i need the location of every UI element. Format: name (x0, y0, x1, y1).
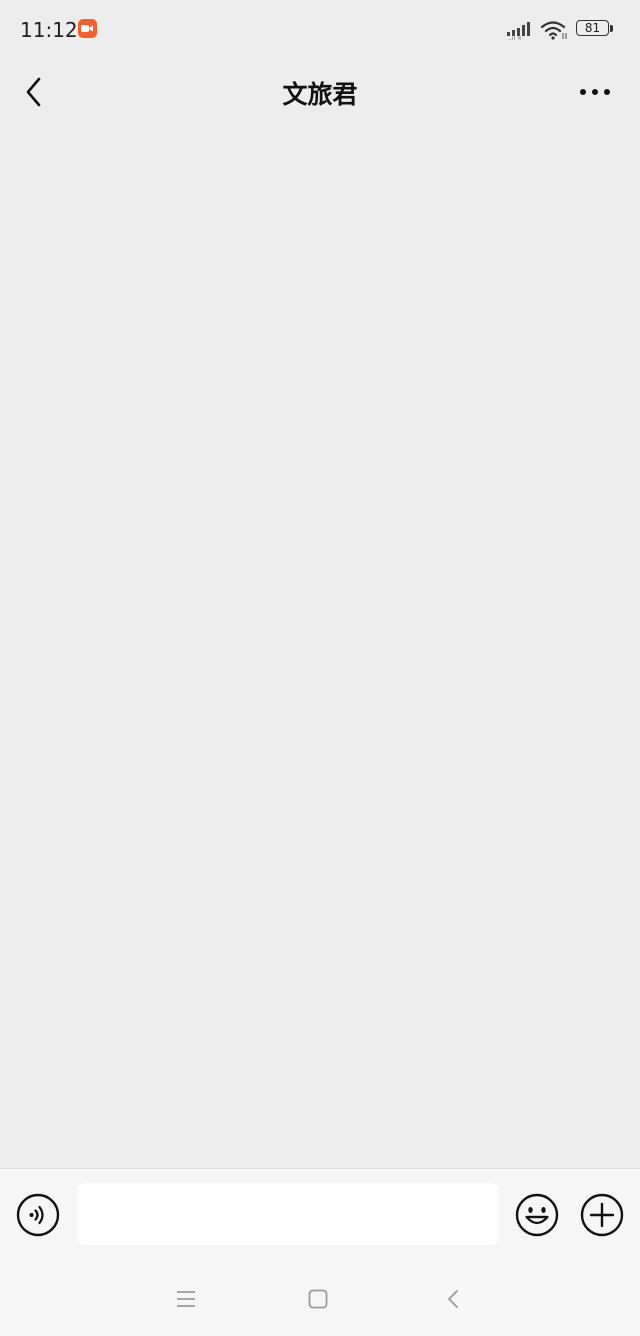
chevron-left-icon (26, 77, 41, 107)
battery-level: 81 (576, 20, 609, 36)
message-list[interactable] (0, 126, 640, 1168)
menu-button[interactable] (173, 1286, 199, 1312)
more-options-button[interactable] (572, 72, 618, 112)
plus-icon (580, 1193, 624, 1237)
battery-icon: 81 (576, 20, 613, 38)
emoji-icon (515, 1193, 559, 1237)
screen-record-icon (78, 19, 97, 38)
page-title: 文旅君 (282, 80, 358, 109)
plus-button[interactable] (580, 1193, 624, 1237)
voice-icon (16, 1193, 60, 1237)
home-icon (308, 1289, 328, 1309)
system-nav-bar (0, 1260, 640, 1336)
back-triangle-icon (448, 1290, 458, 1308)
home-button[interactable] (305, 1286, 331, 1312)
system-back-button[interactable] (440, 1286, 466, 1312)
signal-icon: ..ıl × (506, 20, 534, 44)
emoji-button[interactable] (515, 1193, 559, 1237)
svg-text:..ıl ×: ..ıl × (508, 35, 522, 40)
chat-header: 文旅君 (0, 60, 640, 126)
wifi-icon (540, 19, 568, 45)
battery-tip (610, 25, 613, 32)
voice-button[interactable] (16, 1193, 60, 1237)
status-bar: 11:12 ..ıl × 81 (0, 0, 640, 60)
status-time: 11:12 (20, 18, 78, 42)
input-bar (0, 1168, 640, 1260)
menu-icon (177, 1291, 195, 1307)
more-dots-icon (580, 89, 610, 95)
message-input[interactable] (78, 1183, 498, 1245)
back-button[interactable] (14, 72, 54, 112)
